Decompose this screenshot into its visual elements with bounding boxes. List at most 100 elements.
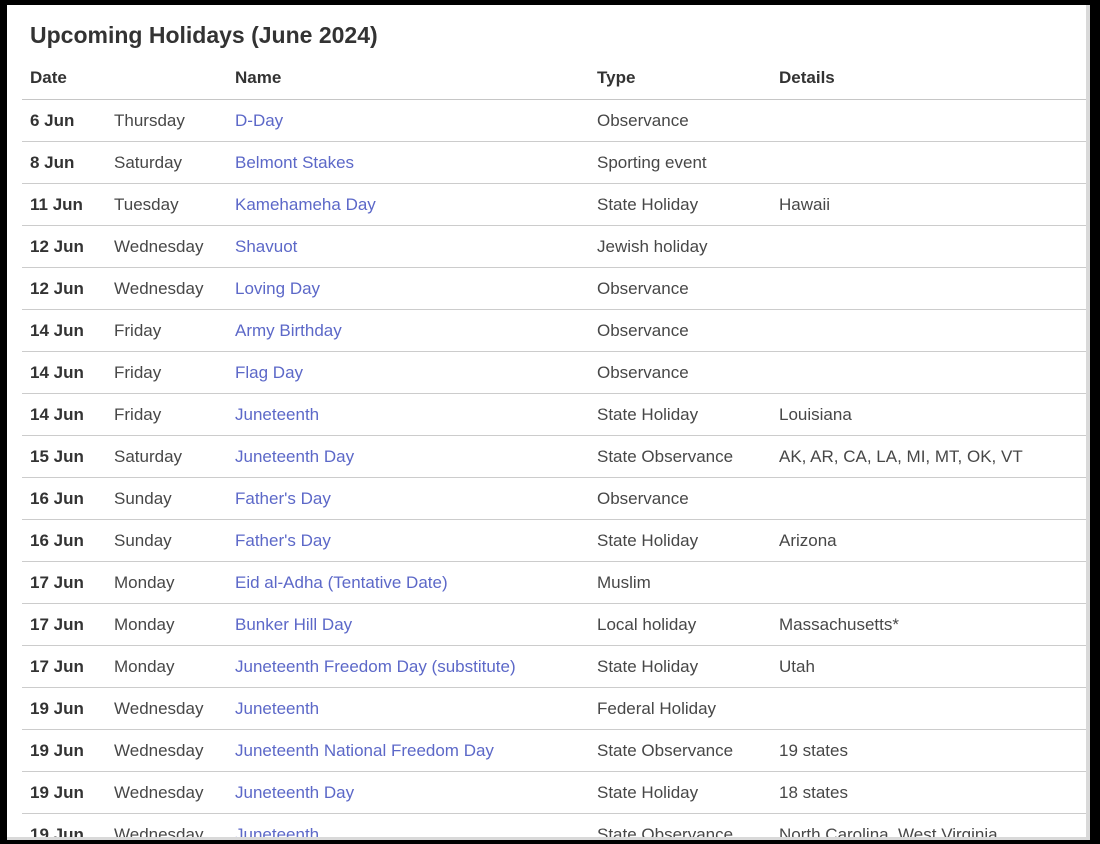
- table-row: 19 Jun Wednesday Juneteenth Federal Holi…: [22, 688, 1086, 730]
- holiday-link[interactable]: Juneteenth: [235, 699, 319, 718]
- name-cell: Kamehameha Day: [227, 184, 589, 226]
- name-cell: Bunker Hill Day: [227, 604, 589, 646]
- details-cell: [771, 562, 1086, 604]
- table-row: 17 Jun Monday Juneteenth Freedom Day (su…: [22, 646, 1086, 688]
- holiday-link[interactable]: Army Birthday: [235, 321, 342, 340]
- type-cell: Observance: [589, 268, 771, 310]
- name-cell: Father's Day: [227, 478, 589, 520]
- holiday-link[interactable]: Shavuot: [235, 237, 297, 256]
- details-cell: 19 states: [771, 730, 1086, 772]
- weekday-cell: Saturday: [106, 436, 227, 478]
- date-cell: 12 Jun: [22, 226, 106, 268]
- name-cell: Juneteenth Freedom Day (substitute): [227, 646, 589, 688]
- date-cell: 6 Jun: [22, 100, 106, 142]
- weekday-cell: Wednesday: [106, 226, 227, 268]
- details-cell: [771, 478, 1086, 520]
- weekday-cell: Saturday: [106, 142, 227, 184]
- details-cell: AK, AR, CA, LA, MI, MT, OK, VT: [771, 436, 1086, 478]
- weekday-cell: Sunday: [106, 478, 227, 520]
- weekday-cell: Wednesday: [106, 688, 227, 730]
- date-cell: 16 Jun: [22, 478, 106, 520]
- type-cell: Observance: [589, 478, 771, 520]
- holiday-link[interactable]: Eid al-Adha (Tentative Date): [235, 573, 448, 592]
- date-cell: 19 Jun: [22, 730, 106, 772]
- details-cell: [771, 688, 1086, 730]
- weekday-cell: Wednesday: [106, 268, 227, 310]
- type-cell: Observance: [589, 352, 771, 394]
- holidays-page: Upcoming Holidays (June 2024) Date Name …: [7, 5, 1090, 840]
- weekday-cell: Wednesday: [106, 814, 227, 841]
- date-cell: 11 Jun: [22, 184, 106, 226]
- details-cell: [771, 100, 1086, 142]
- table-row: 15 Jun Saturday Juneteenth Day State Obs…: [22, 436, 1086, 478]
- holiday-link[interactable]: Juneteenth Day: [235, 783, 354, 802]
- weekday-cell: Wednesday: [106, 772, 227, 814]
- weekday-cell: Monday: [106, 562, 227, 604]
- details-cell: Massachusetts*: [771, 604, 1086, 646]
- details-cell: [771, 268, 1086, 310]
- name-cell: Juneteenth: [227, 814, 589, 841]
- details-cell: [771, 352, 1086, 394]
- table-row: 11 Jun Tuesday Kamehameha Day State Holi…: [22, 184, 1086, 226]
- table-row: 19 Jun Wednesday Juneteenth Day State Ho…: [22, 772, 1086, 814]
- date-cell: 19 Jun: [22, 814, 106, 841]
- details-cell: North Carolina, West Virginia: [771, 814, 1086, 841]
- weekday-cell: Friday: [106, 310, 227, 352]
- table-row: 8 Jun Saturday Belmont Stakes Sporting e…: [22, 142, 1086, 184]
- type-column-header: Type: [589, 57, 771, 100]
- date-cell: 14 Jun: [22, 310, 106, 352]
- details-column-header: Details: [771, 57, 1086, 100]
- type-cell: State Holiday: [589, 184, 771, 226]
- type-cell: Jewish holiday: [589, 226, 771, 268]
- type-cell: State Observance: [589, 436, 771, 478]
- holiday-link[interactable]: Juneteenth: [235, 825, 319, 841]
- table-row: 16 Jun Sunday Father's Day State Holiday…: [22, 520, 1086, 562]
- holiday-link[interactable]: Juneteenth: [235, 405, 319, 424]
- table-header-row: Date Name Type Details: [22, 57, 1086, 100]
- table-row: 12 Jun Wednesday Loving Day Observance: [22, 268, 1086, 310]
- type-cell: Sporting event: [589, 142, 771, 184]
- name-cell: Flag Day: [227, 352, 589, 394]
- table-row: 17 Jun Monday Bunker Hill Day Local holi…: [22, 604, 1086, 646]
- holiday-link[interactable]: Juneteenth Freedom Day (substitute): [235, 657, 516, 676]
- holiday-link[interactable]: Father's Day: [235, 489, 331, 508]
- weekday-cell: Monday: [106, 604, 227, 646]
- details-cell: [771, 226, 1086, 268]
- holiday-link[interactable]: Bunker Hill Day: [235, 615, 352, 634]
- details-cell: [771, 142, 1086, 184]
- holiday-link[interactable]: Loving Day: [235, 279, 320, 298]
- weekday-cell: Tuesday: [106, 184, 227, 226]
- table-row: 16 Jun Sunday Father's Day Observance: [22, 478, 1086, 520]
- name-cell: Juneteenth: [227, 688, 589, 730]
- holiday-link[interactable]: D-Day: [235, 111, 283, 130]
- type-cell: Federal Holiday: [589, 688, 771, 730]
- weekday-column-header: [106, 57, 227, 100]
- weekday-cell: Wednesday: [106, 730, 227, 772]
- details-cell: Louisiana: [771, 394, 1086, 436]
- date-cell: 15 Jun: [22, 436, 106, 478]
- holiday-link[interactable]: Belmont Stakes: [235, 153, 354, 172]
- page-title: Upcoming Holidays (June 2024): [30, 21, 1086, 49]
- table-row: 6 Jun Thursday D-Day Observance: [22, 100, 1086, 142]
- date-cell: 12 Jun: [22, 268, 106, 310]
- details-cell: Hawaii: [771, 184, 1086, 226]
- details-cell: Utah: [771, 646, 1086, 688]
- type-cell: Observance: [589, 100, 771, 142]
- name-cell: D-Day: [227, 100, 589, 142]
- weekday-cell: Thursday: [106, 100, 227, 142]
- type-cell: State Observance: [589, 730, 771, 772]
- name-cell: Army Birthday: [227, 310, 589, 352]
- weekday-cell: Friday: [106, 352, 227, 394]
- name-cell: Juneteenth: [227, 394, 589, 436]
- date-cell: 17 Jun: [22, 604, 106, 646]
- date-cell: 19 Jun: [22, 688, 106, 730]
- holiday-link[interactable]: Father's Day: [235, 531, 331, 550]
- name-cell: Shavuot: [227, 226, 589, 268]
- holiday-link[interactable]: Flag Day: [235, 363, 303, 382]
- type-cell: State Observance: [589, 814, 771, 841]
- holiday-link[interactable]: Juneteenth Day: [235, 447, 354, 466]
- table-row: 14 Jun Friday Juneteenth State Holiday L…: [22, 394, 1086, 436]
- holiday-link[interactable]: Juneteenth National Freedom Day: [235, 741, 494, 760]
- date-cell: 19 Jun: [22, 772, 106, 814]
- holiday-link[interactable]: Kamehameha Day: [235, 195, 376, 214]
